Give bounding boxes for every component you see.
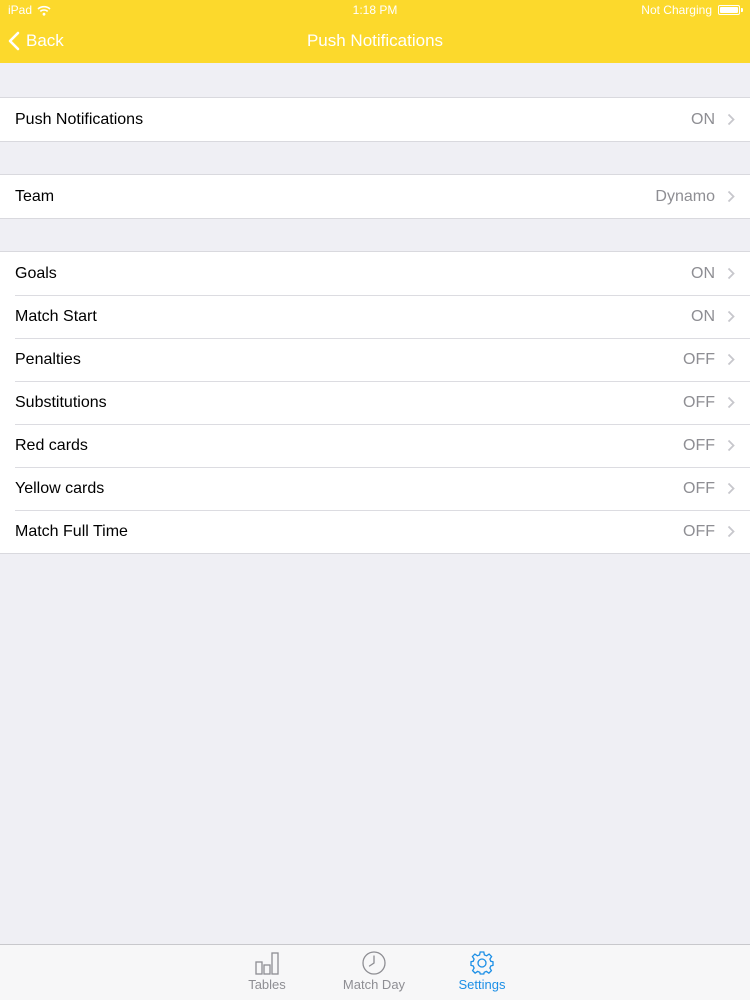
setting-label: Match Full Time — [15, 522, 128, 540]
setting-label: Substitutions — [15, 393, 107, 411]
push-notifications-group: Push Notifications ON — [0, 97, 750, 142]
setting-value: OFF — [683, 522, 715, 540]
setting-value: OFF — [683, 393, 715, 411]
chevron-right-icon — [727, 396, 735, 409]
setting-value: Dynamo — [655, 187, 715, 205]
setting-label: Goals — [15, 264, 57, 282]
setting-row-match-full-time[interactable]: Match Full Time OFF — [0, 510, 750, 553]
setting-label: Yellow cards — [15, 479, 105, 497]
setting-label: Team — [15, 187, 55, 205]
status-bar: iPad 1:18 PM Not Charging — [0, 0, 750, 20]
tab-label: Tables — [248, 977, 286, 992]
tab-label: Settings — [458, 977, 506, 992]
setting-row-team[interactable]: Team Dynamo — [0, 175, 750, 218]
setting-row-penalties[interactable]: Penalties OFF — [0, 338, 750, 381]
setting-value: OFF — [683, 436, 715, 454]
app-root: iPad 1:18 PM Not Charging Back Push Noti… — [0, 0, 750, 1000]
tab-settings[interactable]: Settings — [437, 951, 527, 999]
clock-icon — [362, 951, 386, 975]
events-group: Goals ON Match Start ON Penalties OFF Su… — [0, 251, 750, 554]
tab-tables[interactable]: Tables — [222, 951, 312, 999]
tab-label: Match Day — [342, 977, 406, 992]
setting-row-red-cards[interactable]: Red cards OFF — [0, 424, 750, 467]
battery-status-text: Not Charging — [641, 3, 712, 17]
chevron-right-icon — [727, 267, 735, 280]
chevron-right-icon — [727, 310, 735, 323]
tab-bar: Tables Match Day Settings — [0, 944, 750, 1000]
status-right: Not Charging — [641, 3, 743, 17]
nav-bar: Back Push Notifications — [0, 20, 750, 63]
setting-value: OFF — [683, 479, 715, 497]
chevron-right-icon — [727, 482, 735, 495]
setting-row-substitutions[interactable]: Substitutions OFF — [0, 381, 750, 424]
setting-row-goals[interactable]: Goals ON — [0, 252, 750, 295]
setting-label: Push Notifications — [15, 110, 144, 128]
chevron-right-icon — [727, 113, 735, 126]
setting-label: Match Start — [15, 307, 97, 325]
chevron-right-icon — [727, 439, 735, 452]
team-group: Team Dynamo — [0, 174, 750, 219]
setting-value: OFF — [683, 350, 715, 368]
setting-label: Penalties — [15, 350, 81, 368]
tab-match-day[interactable]: Match Day — [329, 951, 419, 999]
setting-row-match-start[interactable]: Match Start ON — [0, 295, 750, 338]
setting-value: ON — [691, 110, 715, 128]
page-title: Push Notifications — [306, 31, 444, 50]
chevron-right-icon — [727, 190, 735, 203]
setting-value: ON — [691, 264, 715, 282]
setting-value: ON — [691, 307, 715, 325]
setting-row-push-notifications[interactable]: Push Notifications ON — [0, 98, 750, 141]
chevron-right-icon — [727, 353, 735, 366]
setting-label: Red cards — [15, 436, 88, 454]
chevron-right-icon — [727, 525, 735, 538]
setting-row-yellow-cards[interactable]: Yellow cards OFF — [0, 467, 750, 510]
gear-icon — [470, 951, 494, 975]
battery-icon — [718, 5, 743, 15]
status-time: 1:18 PM — [352, 3, 398, 17]
header: iPad 1:18 PM Not Charging Back Push Noti… — [0, 0, 750, 63]
bar-chart-icon — [255, 952, 279, 975]
